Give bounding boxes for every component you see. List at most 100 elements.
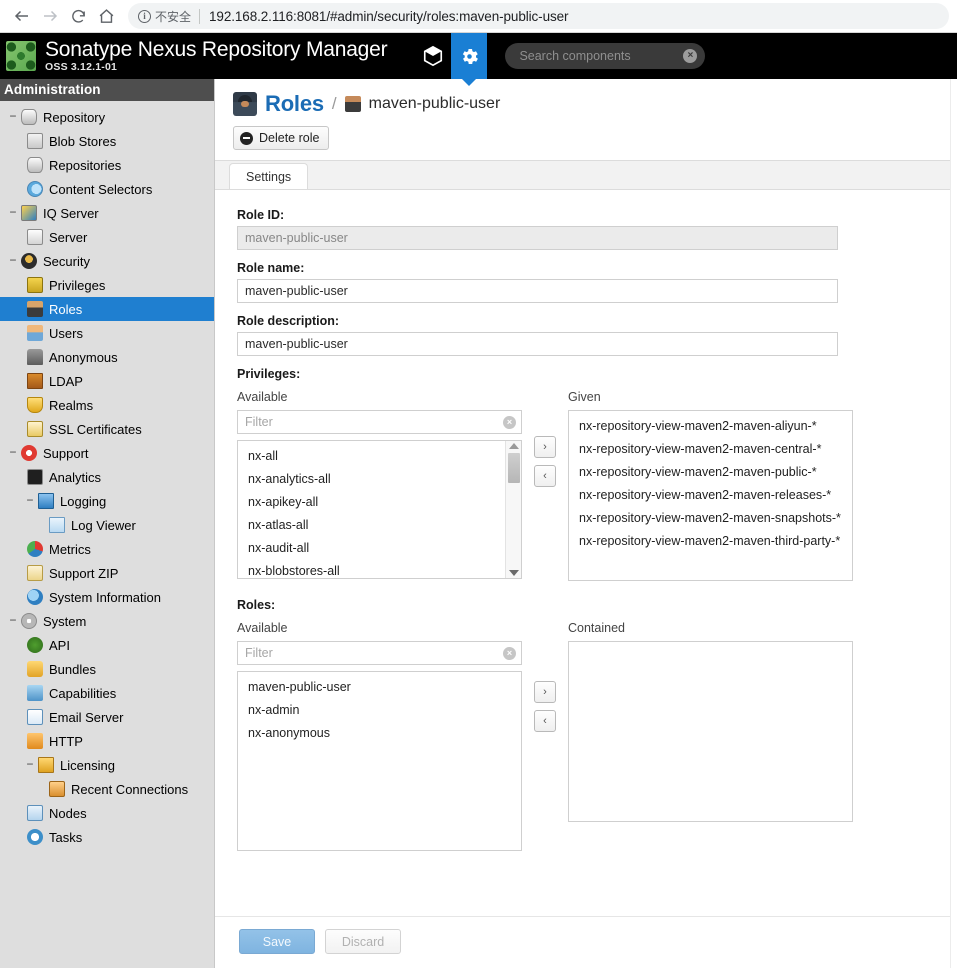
sidebar-item-label: Tasks (49, 829, 83, 845)
list-item[interactable]: nx-repository-view-maven2-maven-third-pa… (569, 530, 852, 553)
sidebar-item-security[interactable]: − Security (0, 249, 214, 273)
sidebar-item-licensing[interactable]: − Licensing (0, 753, 214, 777)
sidebar-item-label: Realms (49, 397, 94, 413)
sidebar-item-support[interactable]: − Support (0, 441, 214, 465)
search-input[interactable]: Search components × (505, 43, 706, 69)
role-user-icon (344, 96, 361, 112)
sidebar-item-users[interactable]: Users (0, 321, 214, 345)
roles-remove-button[interactable]: ‹ (534, 710, 556, 732)
app-version: OSS 3.12.1-01 (45, 60, 118, 73)
list-item[interactable]: maven-public-user (238, 676, 521, 699)
privileges-remove-button[interactable]: ‹ (534, 465, 556, 487)
privileges-filter-placeholder: Filter (245, 415, 273, 429)
role-id-input[interactable] (237, 226, 838, 250)
sidebar-item-repositories[interactable]: Repositories (0, 153, 214, 177)
clear-x-icon[interactable]: × (683, 49, 698, 63)
nodes-icon (27, 805, 43, 821)
sidebar-item-ssl-certificates[interactable]: SSL Certificates (0, 417, 214, 441)
analytics-icon (27, 469, 43, 485)
list-item[interactable]: nx-repository-view-maven2-maven-aliyun-* (569, 415, 852, 438)
role-name-input[interactable] (237, 279, 838, 303)
sidebar-item-recent-connections[interactable]: Recent Connections (0, 777, 214, 801)
gear-icon[interactable] (451, 33, 488, 79)
discard-button[interactable]: Discard (325, 929, 401, 954)
sidebar-item-capabilities[interactable]: Capabilities (0, 681, 214, 705)
sidebar-item-http[interactable]: HTTP (0, 729, 214, 753)
expander-toggle[interactable]: − (22, 759, 38, 771)
reload-icon[interactable] (64, 2, 92, 30)
privileges-given-list[interactable]: nx-repository-view-maven2-maven-aliyun-*… (568, 410, 853, 581)
sidebar-item-logging[interactable]: − Logging (0, 489, 214, 513)
sidebar-item-analytics[interactable]: Analytics (0, 465, 214, 489)
save-button[interactable]: Save (239, 929, 315, 954)
expander-toggle[interactable]: − (5, 111, 21, 123)
expander-toggle[interactable]: − (5, 447, 21, 459)
address-bar[interactable]: i 不安全 192.168.2.116:8081/#admin/security… (128, 3, 949, 29)
sidebar-item-realms[interactable]: Realms (0, 393, 214, 417)
list-item[interactable]: nx-analytics-all (238, 468, 505, 491)
sidebar-item-metrics[interactable]: Metrics (0, 537, 214, 561)
sidebar-item-ldap[interactable]: LDAP (0, 369, 214, 393)
sidebar-item-system-information[interactable]: System Information (0, 585, 214, 609)
scroll-down-icon[interactable] (508, 570, 519, 576)
list-item[interactable]: nx-repository-view-maven2-maven-central-… (569, 438, 852, 461)
privileges-add-button[interactable]: › (534, 436, 556, 458)
sidebar-item-api[interactable]: API (0, 633, 214, 657)
sidebar-item-blob-stores[interactable]: Blob Stores (0, 129, 214, 153)
sidebar-item-email-server[interactable]: Email Server (0, 705, 214, 729)
list-item[interactable]: nx-repository-view-maven2-maven-snapshot… (569, 507, 852, 530)
list-item[interactable]: nx-all (238, 445, 505, 468)
scrollbar-track[interactable] (506, 449, 521, 570)
roles-add-button[interactable]: › (534, 681, 556, 703)
security-indicator[interactable]: i 不安全 (138, 8, 199, 25)
delete-role-button[interactable]: Delete role (233, 126, 330, 150)
sidebar-item-privileges[interactable]: Privileges (0, 273, 214, 297)
back-arrow-icon[interactable] (8, 2, 36, 30)
sidebar-item-label: Content Selectors (49, 181, 153, 197)
sidebar-item-nodes[interactable]: Nodes (0, 801, 214, 825)
privileges-filter-input[interactable]: Filter × (237, 410, 522, 434)
sidebar-item-support-zip[interactable]: Support ZIP (0, 561, 214, 585)
list-item[interactable]: nx-blobstores-all (238, 560, 505, 578)
expander-toggle[interactable]: − (5, 615, 21, 627)
logo-container[interactable] (0, 33, 36, 79)
sidebar-item-iq-server[interactable]: − IQ Server (0, 201, 214, 225)
roles-filter-input[interactable]: Filter × (237, 641, 522, 665)
roles-available-list[interactable]: maven-public-user nx-admin nx-anonymous (237, 671, 522, 851)
mode-switcher (415, 33, 488, 79)
expander-toggle[interactable]: − (5, 207, 21, 219)
roles-contained-list[interactable] (568, 641, 853, 822)
list-item[interactable]: nx-apikey-all (238, 491, 505, 514)
roles-item-selector: Available Filter × maven-public-user nx-a… (237, 621, 930, 851)
list-item[interactable]: nx-repository-view-maven2-maven-releases… (569, 484, 852, 507)
list-item[interactable]: nx-audit-all (238, 537, 505, 560)
sidebar-item-anonymous[interactable]: Anonymous (0, 345, 214, 369)
page-title[interactable]: Roles (265, 91, 324, 117)
browse-cube-icon[interactable] (415, 33, 451, 79)
list-item[interactable]: nx-admin (238, 699, 521, 722)
expander-toggle[interactable]: − (5, 255, 21, 267)
sidebar-item-server[interactable]: Server (0, 225, 214, 249)
list-item[interactable]: nx-atlas-all (238, 514, 505, 537)
tab-settings[interactable]: Settings (229, 163, 309, 189)
list-item[interactable]: nx-repository-view-maven2-maven-public-* (569, 461, 852, 484)
privileges-available-list[interactable]: nx-all nx-analytics-all nx-apikey-all nx-at… (237, 440, 522, 579)
scrollbar-thumb[interactable] (508, 453, 520, 483)
sidebar-item-tasks[interactable]: Tasks (0, 825, 214, 849)
sidebar-item-roles[interactable]: Roles (0, 297, 214, 321)
forward-arrow-icon[interactable] (36, 2, 64, 30)
expander-toggle[interactable]: − (22, 495, 38, 507)
sidebar-item-system[interactable]: − System (0, 609, 214, 633)
clear-x-icon[interactable]: × (503, 646, 516, 660)
home-icon[interactable] (92, 2, 120, 30)
sidebar-item-label: LDAP (49, 373, 83, 389)
clear-x-icon[interactable]: × (503, 415, 516, 429)
scrollbar[interactable] (505, 441, 521, 578)
sidebar-item-repository[interactable]: − Repository (0, 105, 214, 129)
role-description-input[interactable] (237, 332, 838, 356)
sidebar-item-content-selectors[interactable]: Content Selectors (0, 177, 214, 201)
list-item[interactable]: nx-anonymous (238, 722, 521, 745)
sidebar-item-label: IQ Server (43, 205, 99, 221)
sidebar-item-log-viewer[interactable]: Log Viewer (0, 513, 214, 537)
sidebar-item-bundles[interactable]: Bundles (0, 657, 214, 681)
